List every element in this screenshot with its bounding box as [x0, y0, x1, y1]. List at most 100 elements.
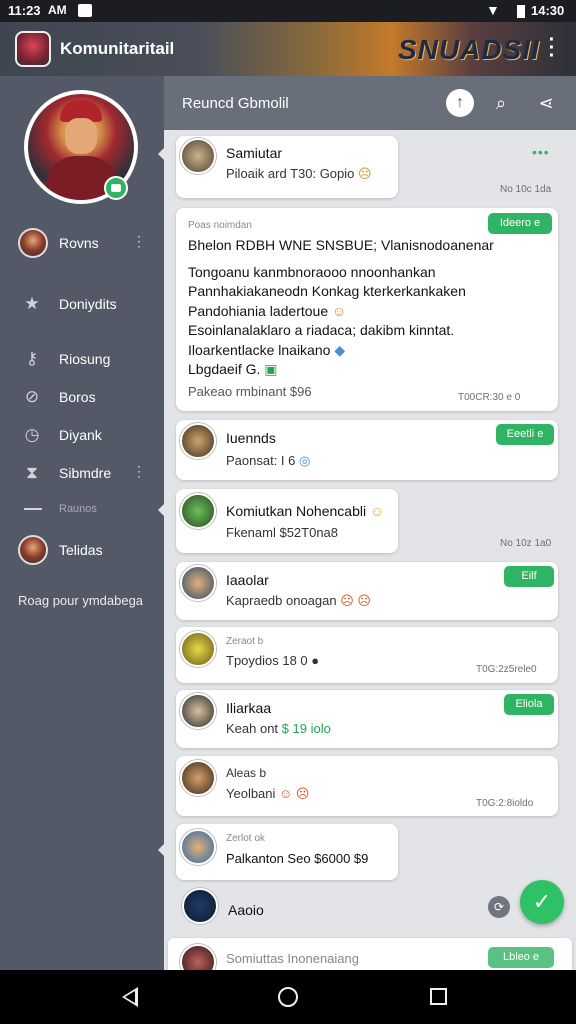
status-badge[interactable]: Lbleo e — [488, 947, 554, 968]
user-avatar — [180, 565, 216, 601]
card-label: Zeraot b — [226, 636, 264, 647]
user-avatar — [18, 535, 48, 565]
message-card[interactable]: Iuennds Paonsat: I 6 ◎ Eeetli e — [176, 420, 558, 480]
share-icon[interactable]: ⋖ — [532, 89, 560, 117]
card-text: Fkenaml $52T0na8 — [226, 525, 339, 540]
sidebar-notch — [158, 148, 164, 160]
arrow-up-icon[interactable]: ↑ — [446, 89, 474, 117]
card-name: Komiutkan Nohencabli ☺ — [226, 503, 385, 519]
message-card[interactable]: Zeraot b Tpoydios 18 0 ● T0G:2z5rele0 — [176, 627, 558, 683]
user-avatar — [180, 138, 216, 174]
sidebar-item-telidas[interactable]: Telidas — [0, 533, 164, 567]
status-time: 11:23 — [8, 3, 41, 18]
sidebar-footer-text[interactable]: Roag pour ymdabega — [18, 593, 143, 608]
sidebar-item-rovns[interactable]: Rovns ⋮ — [0, 226, 164, 260]
banner-text: SNUADSII — [398, 34, 540, 65]
post-title: Bhelon RDBH WNE SNSBUE; Vlanisnodoanenar — [188, 237, 494, 253]
wifi-icon: ▼ — [486, 2, 500, 18]
message-card[interactable]: Zerlot ok Palkanton Seo $6000 $9 — [176, 824, 398, 880]
card-text: Somiuttas Inonenaiang — [226, 951, 359, 966]
search-icon: ⊘ — [24, 387, 40, 406]
system-nav-bar — [0, 970, 576, 1024]
message-card[interactable]: Aleas b Yeolbani ☺ ☹ T0G:2:8ioldo — [176, 756, 558, 816]
more-icon[interactable]: ⋮ — [132, 463, 146, 480]
post-line: Tongoanu kanmbnoraooo nnoonhankan — [188, 264, 436, 280]
sidebar-item-label: Riosung — [59, 351, 111, 367]
main-title: Reuncd Gbmolil — [182, 95, 289, 112]
sidebar-item-doniydits[interactable]: ★ Doniydits — [0, 287, 164, 321]
card-text: Palkanton Seo $6000 $9 — [226, 851, 369, 866]
card-time: No 10c 1da — [500, 184, 552, 195]
main-header: Reuncd Gbmolil ↑ ⌕ ⋖ — [164, 76, 576, 130]
message-card[interactable]: Iliarkaa Keah ont $ 19 iolo Eliola — [176, 690, 558, 748]
post-line: Iloarkentlacke lnaikano ◆ — [188, 342, 346, 358]
card-time: No 10z 1a0 — [500, 538, 552, 549]
status-badge[interactable]: Eliola — [504, 694, 554, 715]
card-name: Iaaolar — [226, 572, 269, 588]
app-logo — [15, 31, 51, 67]
sidebar-item-label: Diyank — [59, 427, 102, 443]
green-dots-icon[interactable]: ••• — [532, 144, 550, 160]
recents-icon[interactable] — [430, 988, 447, 1005]
back-icon[interactable] — [122, 987, 138, 1007]
status-badge[interactable]: Ideero e — [488, 213, 552, 234]
post-time: T00CR:30 e 0 — [458, 392, 521, 403]
sidebar-item-sibmdre[interactable]: ⧗ Sibmdre ⋮ — [0, 456, 164, 490]
search-icon[interactable]: ⌕ — [487, 89, 515, 117]
app-header: Komunitaritail SNUADSII · · · — [0, 22, 576, 76]
user-avatar — [180, 693, 216, 729]
app-title: Komunitaritail — [60, 39, 175, 58]
star-icon: ★ — [24, 294, 40, 313]
check-fab-button[interactable]: ✓ — [520, 880, 564, 924]
post-footer: Pakeao rmbinant $96 — [188, 384, 312, 399]
card-name: Iuennds — [226, 430, 276, 446]
card-text: Keah ont $ 19 iolo — [226, 721, 331, 736]
card-name: Aaoio — [228, 902, 264, 918]
message-card[interactable]: Iaaolar Kapraedb onoagan ☹ ☹ Eilf — [176, 562, 558, 620]
user-avatar — [180, 760, 216, 796]
post-line: Esoinlanalaklaro a riadaca; dakibm kinnt… — [188, 322, 455, 338]
message-card[interactable]: Komiutkan Nohencabli ☺ Fkenaml $52T0na8 — [176, 489, 398, 553]
post-line: Pandohiania ladertoue ☺ — [188, 303, 347, 319]
sidebar-item-riosung[interactable]: ⚷ Riosung — [0, 342, 164, 376]
sidebar-notch — [158, 504, 164, 516]
overflow-menu-icon[interactable]: · · · — [546, 30, 558, 66]
card-name: Aleas b — [226, 766, 267, 780]
user-avatar — [180, 423, 216, 459]
message-card[interactable]: Samiutar Piloaik ard T30: Gopio ☹ — [176, 136, 398, 198]
card-text: Yeolbani ☺ ☹ — [226, 786, 310, 801]
post-label: Poas noimdan — [188, 220, 252, 231]
home-icon[interactable] — [278, 987, 298, 1007]
status-carrier: AM — [48, 3, 67, 17]
avatar-face — [65, 118, 97, 154]
card-text: Piloaik ard T30: Gopio ☹ — [226, 166, 372, 181]
sidebar-item-raunos[interactable]: Raunos — [59, 503, 97, 515]
sidebar-item-diyank[interactable]: ◷ Diyank — [0, 418, 164, 452]
clock-icon: ◷ — [24, 425, 40, 444]
sidebar-item-label: Boros — [59, 389, 96, 405]
sidebar-item-label: Rovns — [59, 235, 99, 251]
card-name: Samiutar — [226, 145, 283, 161]
card-name: Iliarkaa — [226, 700, 272, 716]
sidebar-item-label: Sibmdre — [59, 465, 112, 481]
user-avatar[interactable] — [182, 888, 218, 924]
status-badge[interactable]: Eilf — [504, 566, 554, 587]
user-avatar — [18, 228, 48, 258]
sidebar-item-boros[interactable]: ⊘ Boros — [0, 380, 164, 414]
sidebar-item-label: Telidas — [59, 542, 103, 558]
card-text: Kapraedb onoagan ☹ ☹ — [226, 593, 371, 608]
battery-icon — [517, 5, 525, 18]
chat-badge-icon — [104, 176, 128, 200]
card-label: Zerlot ok — [226, 833, 265, 844]
key-icon: ⚷ — [25, 349, 39, 368]
card-text: Tpoydios 18 0 ● — [226, 653, 320, 668]
user-avatar — [180, 829, 216, 865]
status-time-right: 14:30 — [531, 3, 565, 18]
status-badge[interactable]: Eeetli e — [496, 424, 554, 445]
refresh-icon[interactable]: ⟳ — [488, 896, 510, 918]
status-bar: 11:23 AM ▼ 14:30 — [0, 0, 576, 22]
more-icon[interactable]: ⋮ — [132, 233, 146, 250]
hourglass-icon: ⧗ — [26, 463, 38, 482]
post-card[interactable]: Poas noimdan Ideero e Bhelon RDBH WNE SN… — [176, 208, 558, 411]
dash-icon — [24, 508, 42, 510]
